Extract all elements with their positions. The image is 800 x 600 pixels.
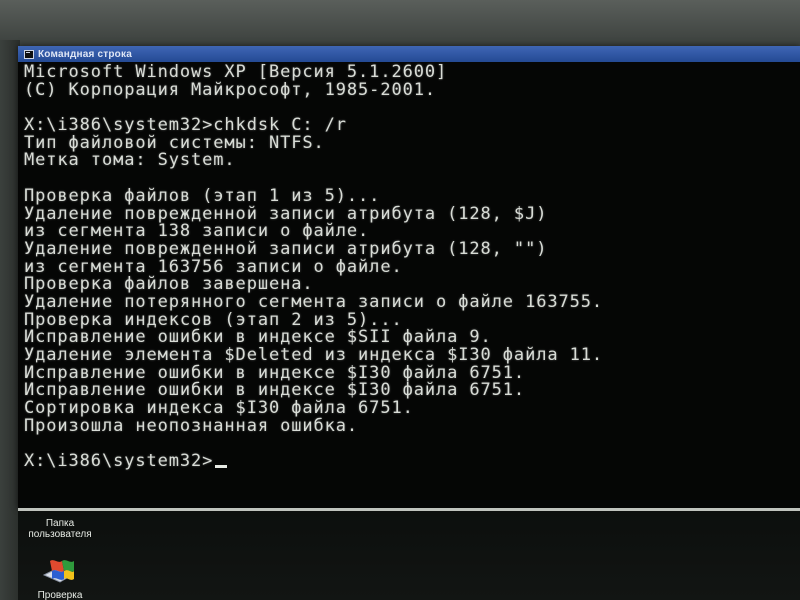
command-prompt-window[interactable]: Командная строка Microsoft Windows XP [В… <box>18 46 800 508</box>
desktop-icon-user-folder-label[interactable]: Папка пользователя <box>18 518 102 540</box>
monitor-bezel-top <box>0 0 800 48</box>
console-line: Удаление поврежденной записи атрибута (1… <box>24 238 548 259</box>
console-line: Произошла неопознанная ошибка. <box>24 415 359 436</box>
text-cursor <box>215 465 228 469</box>
window-titlebar[interactable]: Командная строка <box>18 46 800 62</box>
screen: Командная строка Microsoft Windows XP [В… <box>0 0 800 600</box>
desktop: Папка пользователя Проверка <box>18 511 800 600</box>
console-prompt: X:\i386\system32> <box>24 451 214 472</box>
console-line: (С) Корпорация Майкрософт, 1985-2001. <box>24 79 436 100</box>
desktop-icon-check-label[interactable]: Проверка <box>22 590 98 600</box>
console-line: Метка тома: System. <box>24 150 236 171</box>
window-title: Командная строка <box>38 48 132 60</box>
console-line: Удаление потерянного сегмента записи о ф… <box>24 291 604 312</box>
monitor-bezel-left <box>0 40 20 600</box>
disk-check-icon[interactable] <box>42 555 76 585</box>
console-line: Проверка файлов (этап 1 из 5)... <box>24 185 381 206</box>
console-output[interactable]: Microsoft Windows XP [Версия 5.1.2600] (С… <box>24 63 794 504</box>
console-icon <box>24 49 34 59</box>
console-prompt-line[interactable]: X:\i386\system32> <box>24 451 794 472</box>
